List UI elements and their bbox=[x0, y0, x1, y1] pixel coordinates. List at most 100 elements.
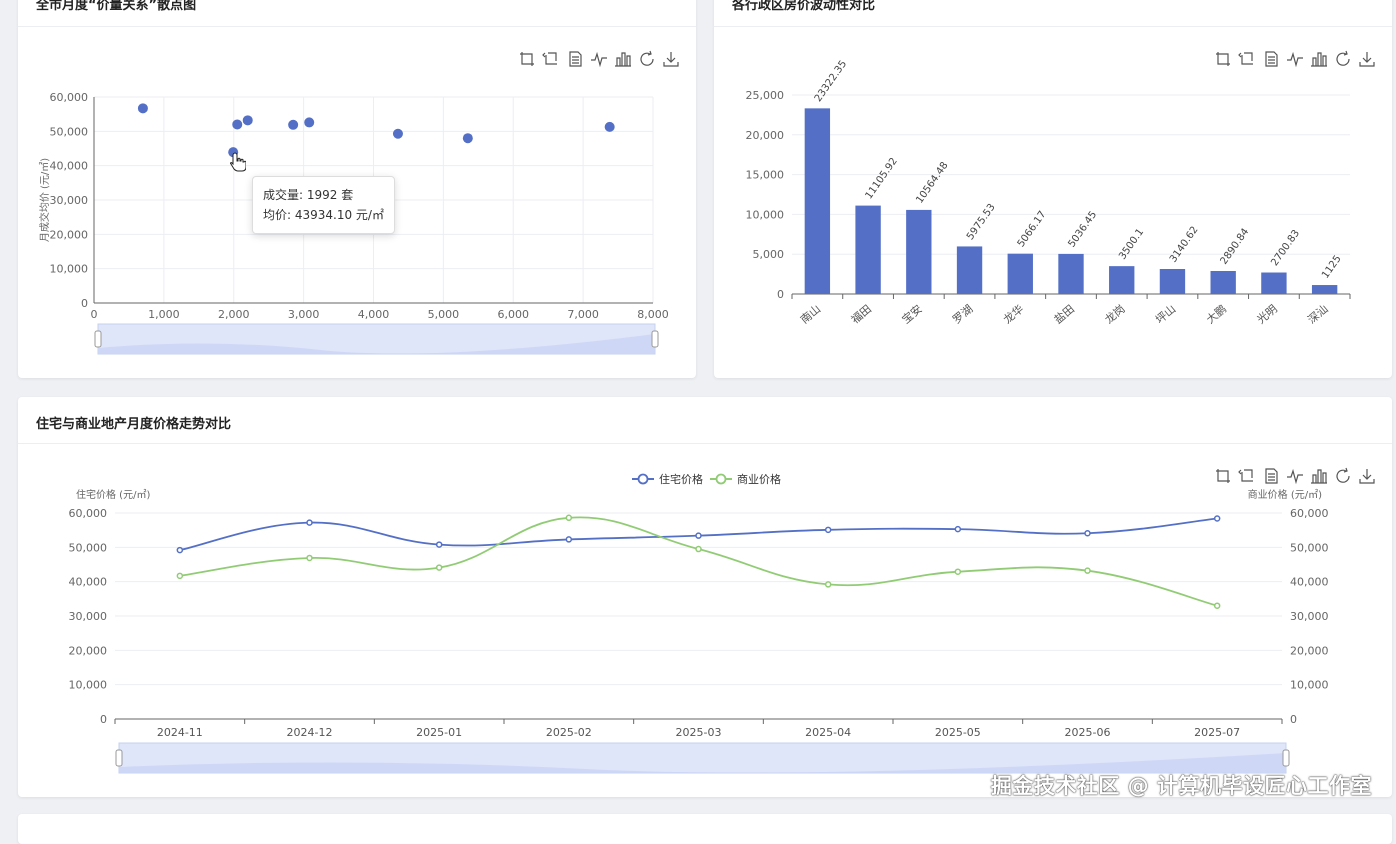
series-point[interactable] bbox=[695, 545, 702, 553]
y-right-axis-label: 商业价格 (元/㎡) bbox=[1248, 488, 1322, 501]
bar-data-label: 23322.35 bbox=[813, 59, 849, 104]
series-point[interactable] bbox=[176, 572, 184, 580]
x-tick-label: 2025-06 bbox=[1065, 726, 1111, 739]
legend-marker bbox=[637, 473, 649, 485]
scatter-point[interactable] bbox=[288, 119, 299, 130]
datazoom-handle-right[interactable] bbox=[651, 330, 659, 348]
scatter-datazoom[interactable] bbox=[94, 323, 659, 355]
bar-chart-card: 各行政区房价波动性对比 0 5,000 10,000 15,000 20,000 25,0… bbox=[714, 0, 1392, 378]
x-tick-label: 2025-07 bbox=[1194, 726, 1240, 739]
x-tick-label: 福田 bbox=[848, 302, 874, 327]
bar[interactable] bbox=[906, 209, 932, 294]
x-tick-label: 3,000 bbox=[288, 308, 320, 321]
x-tick-label: 2,000 bbox=[218, 308, 250, 321]
bar[interactable] bbox=[1210, 270, 1236, 294]
series-point[interactable] bbox=[1213, 602, 1221, 609]
series-point[interactable] bbox=[565, 536, 573, 543]
series-point[interactable] bbox=[695, 532, 702, 539]
bar[interactable] bbox=[956, 246, 983, 294]
datazoom-handle-right[interactable] bbox=[1282, 749, 1290, 767]
bar-data-label: 1125 bbox=[1320, 254, 1344, 281]
next-card bbox=[18, 814, 1392, 844]
x-tick-label: 罗湖 bbox=[950, 302, 975, 326]
scatter-point[interactable] bbox=[242, 115, 253, 126]
bar-data-label: 3500.1 bbox=[1117, 227, 1146, 262]
x-tick-label: 2025-05 bbox=[935, 726, 981, 739]
series-line bbox=[179, 516, 1218, 607]
hand-cursor-icon bbox=[230, 152, 246, 172]
x-tick-label: 宝安 bbox=[899, 302, 925, 327]
series-point[interactable] bbox=[1084, 567, 1091, 574]
series-point[interactable] bbox=[824, 526, 832, 534]
line-datazoom[interactable] bbox=[115, 742, 1290, 774]
scatter-point[interactable] bbox=[137, 103, 148, 114]
bar[interactable] bbox=[855, 205, 881, 294]
x-tick-label: 2024-12 bbox=[287, 726, 333, 739]
datazoom-handle-left[interactable] bbox=[115, 749, 123, 767]
x-tick-label: 盐田 bbox=[1052, 302, 1077, 326]
series-point[interactable] bbox=[306, 519, 313, 526]
y-tick-label: 20,000 bbox=[50, 228, 89, 241]
x-tick-label: 龙岗 bbox=[1102, 302, 1127, 326]
watermark: 掘金技术社区 @ 计算机毕设匠心工作室 bbox=[990, 774, 1372, 798]
scatter-point[interactable] bbox=[604, 121, 615, 132]
x-tick-label: 深汕 bbox=[1305, 302, 1330, 326]
bar-data-label: 3140.62 bbox=[1168, 225, 1201, 265]
series-point[interactable] bbox=[954, 568, 962, 575]
bar[interactable] bbox=[1058, 253, 1084, 294]
bar[interactable] bbox=[1311, 285, 1338, 294]
scatter-point[interactable] bbox=[232, 119, 243, 130]
y-tick-label: 10,000 bbox=[50, 263, 89, 276]
y-tick-label: 30,000 bbox=[50, 194, 89, 207]
series-point[interactable] bbox=[1084, 530, 1091, 537]
bar[interactable] bbox=[1261, 272, 1287, 294]
x-tick-label: 1,000 bbox=[148, 308, 180, 321]
legend-marker bbox=[715, 473, 727, 485]
x-tick-label: 2024-11 bbox=[157, 726, 203, 739]
y-tick-label: 0 bbox=[777, 288, 784, 301]
line-chart[interactable]: 0 0 10,000 10,000 20,000 20,000 30,000 30,000 40… bbox=[18, 397, 1392, 797]
y-right-tick-label: 30,000 bbox=[1290, 610, 1329, 623]
y-tick-label: 40,000 bbox=[50, 160, 89, 173]
series-point[interactable] bbox=[565, 514, 573, 522]
x-tick-label: 8,000 bbox=[637, 308, 669, 321]
scatter-point[interactable] bbox=[304, 117, 315, 128]
x-tick-label: 7,000 bbox=[567, 308, 599, 321]
y-left-tick-label: 60,000 bbox=[69, 507, 108, 520]
x-tick-label: 南山 bbox=[798, 302, 823, 326]
bar-data-label: 5066.17 bbox=[1016, 209, 1049, 249]
x-tick-label: 2025-03 bbox=[676, 726, 722, 739]
bar-data-label: 2700.83 bbox=[1269, 228, 1302, 268]
x-tick-label: 龙华 bbox=[1000, 302, 1026, 327]
scatter-point[interactable] bbox=[462, 133, 473, 144]
series-point[interactable] bbox=[435, 541, 443, 548]
bar-data-label: 10564.48 bbox=[914, 160, 950, 205]
y-tick-label: 10,000 bbox=[746, 208, 785, 221]
y-left-tick-label: 0 bbox=[100, 713, 107, 726]
series-point[interactable] bbox=[954, 525, 962, 533]
legend-item[interactable]: 商业价格 bbox=[710, 472, 781, 486]
scatter-point[interactable] bbox=[392, 128, 403, 139]
legend-label: 住宅价格 bbox=[659, 472, 703, 486]
y-axis-label: 月成交均价 (元/㎡) bbox=[38, 158, 51, 242]
datazoom-handle-left[interactable] bbox=[94, 330, 102, 348]
bar[interactable] bbox=[1109, 266, 1135, 294]
bar-data-label: 5036.45 bbox=[1066, 209, 1099, 249]
series-point[interactable] bbox=[824, 581, 832, 588]
bar-data-label: 2890.84 bbox=[1219, 227, 1252, 267]
y-left-tick-label: 40,000 bbox=[69, 576, 108, 589]
bar-chart[interactable]: 0 5,000 10,000 15,000 20,000 25,000 23322.35 南山… bbox=[714, 0, 1392, 378]
y-left-axis-label: 住宅价格 (元/㎡) bbox=[76, 488, 150, 501]
y-tick-label: 5,000 bbox=[753, 248, 785, 261]
series-point[interactable] bbox=[435, 564, 443, 571]
series-point[interactable] bbox=[306, 554, 313, 562]
y-tick-label: 50,000 bbox=[50, 125, 89, 138]
legend-item[interactable]: 住宅价格 bbox=[632, 472, 703, 486]
y-tick-label: 15,000 bbox=[746, 169, 785, 182]
bar[interactable] bbox=[1007, 253, 1033, 294]
y-left-tick-label: 10,000 bbox=[69, 679, 108, 692]
bar[interactable] bbox=[1159, 269, 1186, 294]
series-point[interactable] bbox=[176, 546, 184, 554]
bar[interactable] bbox=[804, 108, 831, 294]
series-point[interactable] bbox=[1213, 515, 1221, 522]
